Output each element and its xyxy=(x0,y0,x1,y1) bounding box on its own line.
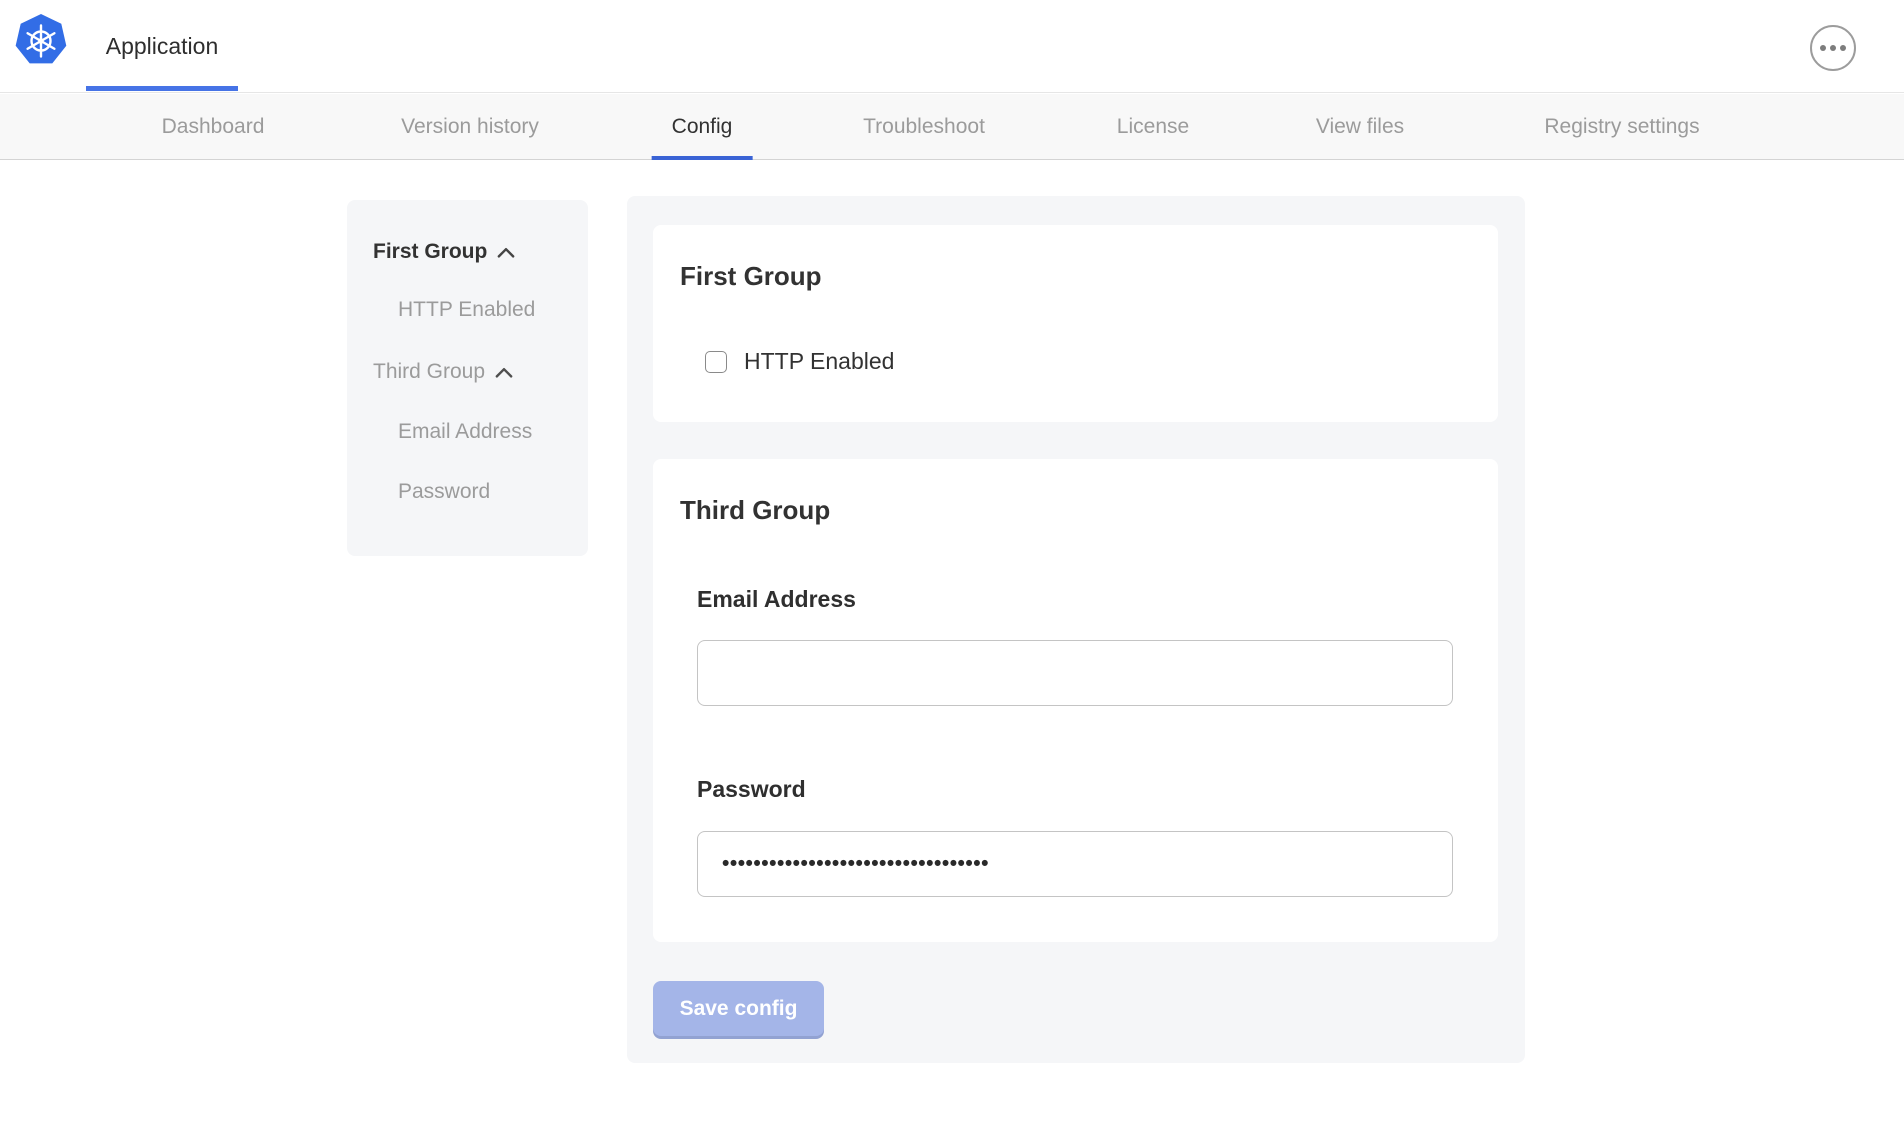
tab-registry-settings[interactable]: Registry settings xyxy=(1544,94,1699,160)
app-subnav: Dashboard Version history Config Trouble… xyxy=(0,94,1904,160)
active-tab-underline xyxy=(86,86,238,91)
tab-troubleshoot[interactable]: Troubleshoot xyxy=(863,94,985,160)
email-address-label: Email Address xyxy=(697,585,1453,613)
save-config-button[interactable]: Save config xyxy=(653,981,824,1036)
ellipsis-icon xyxy=(1840,45,1846,51)
sidebar-item-label: Password xyxy=(398,480,490,504)
http-enabled-checkbox[interactable] xyxy=(705,351,727,373)
sidebar-item-label: HTTP Enabled xyxy=(398,298,535,322)
config-sidebar: First Group HTTP Enabled Third Group Ema… xyxy=(347,200,588,556)
checkbox-label: HTTP Enabled xyxy=(744,348,894,375)
more-menu-button[interactable] xyxy=(1810,25,1856,71)
sidebar-item-http-enabled[interactable]: HTTP Enabled xyxy=(398,298,535,322)
config-group-card-first: First Group HTTP Enabled xyxy=(653,225,1498,422)
checkbox-row: HTTP Enabled xyxy=(705,348,1471,375)
sidebar-item-first-group[interactable]: First Group xyxy=(373,240,515,264)
sidebar-item-password[interactable]: Password xyxy=(398,480,490,504)
group-title: First Group xyxy=(680,261,1471,291)
ellipsis-icon xyxy=(1830,45,1836,51)
chevron-up-icon xyxy=(497,247,515,258)
email-address-field[interactable] xyxy=(697,640,1453,706)
password-field[interactable] xyxy=(697,831,1453,897)
tab-application-label: Application xyxy=(106,33,219,60)
tab-config[interactable]: Config xyxy=(672,94,733,160)
group-title: Third Group xyxy=(680,495,1453,525)
sidebar-item-label: First Group xyxy=(373,240,487,264)
config-group-card-third: Third Group Email Address Password xyxy=(653,459,1498,942)
tab-view-files[interactable]: View files xyxy=(1316,94,1404,160)
page: Application Dashboard Version history Co… xyxy=(0,0,1904,1122)
sidebar-item-third-group[interactable]: Third Group xyxy=(373,360,513,384)
config-panel: First Group HTTP Enabled Third Group Ema… xyxy=(627,196,1525,1063)
ellipsis-icon xyxy=(1820,45,1826,51)
sidebar-item-label: Email Address xyxy=(398,420,532,444)
tab-version-history[interactable]: Version history xyxy=(401,94,539,160)
password-label: Password xyxy=(697,775,1453,803)
app-header: Application xyxy=(0,0,1904,93)
sidebar-item-email-address[interactable]: Email Address xyxy=(398,420,532,444)
tab-license[interactable]: License xyxy=(1117,94,1189,160)
kubernetes-logo-icon xyxy=(15,14,67,66)
sidebar-item-label: Third Group xyxy=(373,360,485,384)
chevron-up-icon xyxy=(495,367,513,378)
tab-application[interactable]: Application xyxy=(86,0,238,93)
tab-dashboard[interactable]: Dashboard xyxy=(162,94,265,160)
